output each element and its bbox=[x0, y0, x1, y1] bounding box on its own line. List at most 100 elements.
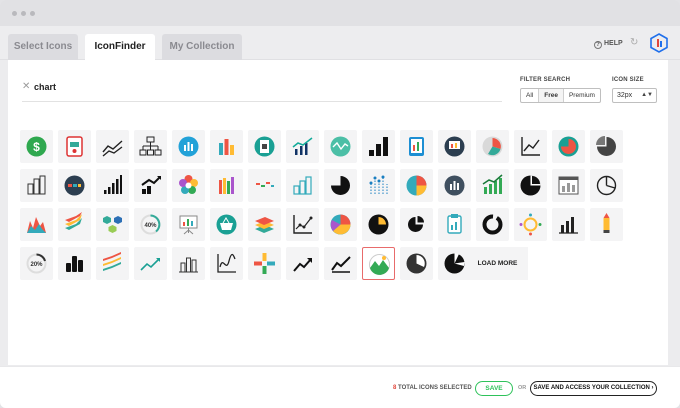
tab-iconfinder[interactable]: IconFinder bbox=[85, 34, 155, 60]
icon-result-tile[interactable] bbox=[324, 208, 357, 241]
save-button[interactable]: SAVE bbox=[475, 381, 513, 396]
icon-result-tile[interactable] bbox=[400, 208, 433, 241]
icon-result-tile[interactable] bbox=[590, 208, 623, 241]
icon-result-tile[interactable] bbox=[286, 130, 319, 163]
icon-result-tile[interactable] bbox=[172, 208, 205, 241]
close-icon[interactable]: ✕ bbox=[22, 81, 30, 92]
icon-result-tile[interactable]: $ bbox=[20, 130, 53, 163]
icon-result-tile[interactable] bbox=[590, 169, 623, 202]
icon-result-tile[interactable]: 40% bbox=[134, 208, 167, 241]
bar-circle-gray-icon bbox=[444, 175, 465, 196]
icon-result-tile[interactable] bbox=[96, 130, 129, 163]
icon-result-tile[interactable] bbox=[362, 169, 395, 202]
icon-result-tile[interactable] bbox=[210, 247, 243, 280]
icon-result-tile[interactable] bbox=[248, 169, 281, 202]
icon-result-tile[interactable] bbox=[362, 130, 395, 163]
ascending-bars-icon bbox=[104, 175, 122, 194]
wave-chart-icon bbox=[217, 253, 236, 273]
save-collection-button[interactable]: SAVE AND ACCESS YOUR COLLECTION › bbox=[530, 381, 657, 396]
document-chart-circle-icon bbox=[254, 136, 275, 157]
icon-result-tile[interactable] bbox=[134, 130, 167, 163]
icon-result-tile[interactable] bbox=[134, 169, 167, 202]
icon-result-tile[interactable] bbox=[590, 130, 623, 163]
presentation-circle-icon bbox=[444, 136, 465, 157]
icon-result-tile[interactable] bbox=[438, 169, 471, 202]
bar-chart-circle-icon bbox=[178, 136, 199, 157]
icon-result-tile[interactable] bbox=[400, 169, 433, 202]
icon-size-select[interactable]: 32px ▲▼ bbox=[612, 88, 657, 103]
icon-result-tile[interactable] bbox=[20, 208, 53, 241]
icon-result-tile[interactable] bbox=[248, 208, 281, 241]
save-collection-label: SAVE AND ACCESS YOUR COLLECTION bbox=[533, 385, 650, 391]
icon-result-tile[interactable] bbox=[476, 130, 509, 163]
icon-result-tile[interactable] bbox=[172, 247, 205, 280]
main-panel: ✕ FILTER SEARCH All Free Premium ICON SI… bbox=[8, 60, 668, 365]
refresh-icon[interactable]: ↻ bbox=[630, 37, 638, 48]
colored-bars-icon bbox=[219, 139, 234, 155]
icon-result-tile[interactable] bbox=[96, 208, 129, 241]
search-input[interactable] bbox=[34, 80, 474, 94]
selection-summary: 8 TOTAL ICONS SELECTED bbox=[393, 385, 472, 391]
icon-result-tile[interactable] bbox=[362, 208, 395, 241]
icon-result-tile[interactable] bbox=[286, 247, 319, 280]
window-maximize-dot[interactable] bbox=[30, 11, 35, 16]
icon-result-tile[interactable] bbox=[210, 130, 243, 163]
icon-result-tile[interactable] bbox=[514, 208, 547, 241]
icon-result-tile[interactable] bbox=[514, 130, 547, 163]
help-label: HELP bbox=[604, 40, 623, 47]
blue-bars-icon bbox=[293, 176, 312, 195]
tab-select-icons[interactable]: Select Icons bbox=[8, 34, 78, 60]
icon-result-tile[interactable] bbox=[400, 130, 433, 163]
icon-result-tile[interactable]: 20% bbox=[20, 247, 53, 280]
icon-result-tile[interactable] bbox=[552, 169, 585, 202]
icon-result-tile[interactable] bbox=[172, 130, 205, 163]
filter-all[interactable]: All bbox=[521, 89, 540, 102]
icon-result-tile[interactable] bbox=[58, 130, 91, 163]
donut-multicolor-icon bbox=[330, 214, 351, 235]
icon-result-tile[interactable] bbox=[514, 169, 547, 202]
help-link[interactable]: ? HELP bbox=[594, 40, 623, 49]
icon-result-tile[interactable] bbox=[248, 130, 281, 163]
clipboard-blue-icon bbox=[447, 214, 462, 234]
icon-result-tile[interactable] bbox=[324, 247, 357, 280]
chevron-right-icon: › bbox=[651, 385, 654, 391]
line-bar-chart-icon bbox=[292, 137, 313, 155]
icon-result-tile[interactable] bbox=[400, 247, 433, 280]
icon-result-tile[interactable] bbox=[438, 130, 471, 163]
filter-free[interactable]: Free bbox=[539, 89, 564, 102]
svg-text:$: $ bbox=[33, 140, 40, 154]
icon-result-tile[interactable] bbox=[286, 208, 319, 241]
window-close-dot[interactable] bbox=[12, 11, 17, 16]
filter-premium[interactable]: Premium bbox=[564, 89, 600, 102]
icon-result-tile[interactable] bbox=[248, 247, 281, 280]
icon-result-tile[interactable] bbox=[96, 247, 129, 280]
icon-result-tile[interactable] bbox=[58, 208, 91, 241]
load-more-button[interactable]: LOAD MORE bbox=[467, 247, 528, 280]
icon-result-tile[interactable] bbox=[438, 208, 471, 241]
icon-result-tile[interactable] bbox=[324, 169, 357, 202]
pie-circle-icon bbox=[482, 136, 503, 157]
icon-result-tile[interactable] bbox=[552, 130, 585, 163]
icon-result-tile[interactable] bbox=[210, 208, 243, 241]
icon-result-tile[interactable] bbox=[172, 169, 205, 202]
icon-result-tile[interactable] bbox=[476, 208, 509, 241]
tab-my-collection[interactable]: My Collection bbox=[162, 34, 242, 60]
icon-result-tile[interactable] bbox=[286, 169, 319, 202]
icon-result-tile[interactable] bbox=[210, 169, 243, 202]
icon-result-tile[interactable] bbox=[324, 130, 357, 163]
icon-result-tile[interactable] bbox=[58, 247, 91, 280]
icon-result-tile[interactable] bbox=[362, 247, 395, 280]
window-minimize-dot[interactable] bbox=[21, 11, 26, 16]
icon-result-tile[interactable] bbox=[134, 247, 167, 280]
or-label: OR bbox=[518, 385, 527, 391]
icon-result-tile[interactable] bbox=[96, 169, 129, 202]
icon-result-tile[interactable] bbox=[552, 208, 585, 241]
clipboard-chart-icon bbox=[66, 136, 83, 157]
icon-result-tile[interactable] bbox=[20, 169, 53, 202]
pie-quarter-icon bbox=[331, 176, 350, 195]
icon-result-tile[interactable] bbox=[476, 169, 509, 202]
selected-count-label: TOTAL ICONS SELECTED bbox=[398, 385, 472, 391]
cross-plus-icon bbox=[254, 253, 275, 274]
icon-result-tile[interactable] bbox=[58, 169, 91, 202]
tablet-chart-icon bbox=[409, 137, 424, 156]
